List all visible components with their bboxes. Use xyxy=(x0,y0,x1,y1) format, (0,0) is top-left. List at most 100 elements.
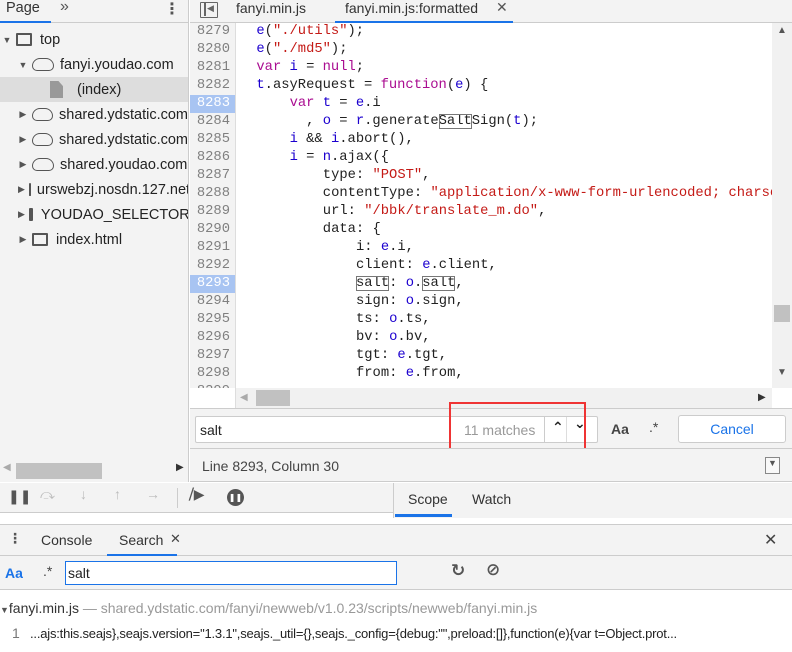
refresh-icon[interactable]: ↻ xyxy=(451,561,465,581)
line-number[interactable]: 8281 xyxy=(190,59,236,77)
tree-item[interactable]: (index) xyxy=(0,77,188,102)
regex-button[interactable]: .* xyxy=(43,563,52,579)
expanded-triangle-icon[interactable]: ▼ xyxy=(18,60,28,70)
line-number[interactable]: 8296 xyxy=(190,329,236,347)
clear-icon[interactable]: ⊘ xyxy=(486,560,500,580)
code-token: bv: xyxy=(356,330,390,345)
line-number[interactable]: 8288 xyxy=(190,185,236,203)
scroll-left-icon[interactable]: ◀ xyxy=(3,462,11,473)
kebab-icon[interactable]: ⋮ xyxy=(8,530,22,547)
step-icon[interactable]: → xyxy=(146,486,160,502)
collapsed-triangle-icon[interactable]: ▶ xyxy=(18,234,28,245)
line-number[interactable]: 8295 xyxy=(190,311,236,329)
search-result-file[interactable]: ▼fanyi.min.js — shared.ydstatic.com/fany… xyxy=(0,600,792,616)
code-token: , xyxy=(289,114,323,129)
scroll-thumb[interactable] xyxy=(16,463,102,479)
expand-triangle-icon[interactable]: ▼ xyxy=(0,605,9,615)
code-token: type: xyxy=(322,168,373,183)
scroll-right-icon[interactable]: ▶ xyxy=(758,392,766,403)
line-number[interactable]: 8285 xyxy=(190,131,236,149)
code-editor[interactable]: 8279 e("./utils"); 8280 e("./md5"); 8281 var … xyxy=(190,23,772,388)
match-case-button[interactable]: Aa xyxy=(5,565,23,581)
scroll-up-icon[interactable]: ▲ xyxy=(777,25,787,36)
scroll-left-icon[interactable]: ◀ xyxy=(240,392,248,403)
scroll-thumb[interactable] xyxy=(774,305,790,322)
close-search-tab-icon[interactable]: ✕ xyxy=(170,531,181,547)
line-number[interactable]: 8299 xyxy=(190,383,236,388)
scroll-down-icon[interactable]: ▼ xyxy=(777,367,787,378)
cancel-button[interactable]: Cancel xyxy=(678,415,786,443)
code-token: var xyxy=(289,96,315,111)
code-token: n xyxy=(322,150,331,165)
code-line: sign: o.sign, xyxy=(356,293,464,311)
editor-vscrollbar[interactable]: ▲ ▼ xyxy=(772,23,792,388)
tab-watch[interactable]: Watch xyxy=(472,491,511,507)
code-line: client: e.client, xyxy=(356,257,497,275)
tree-item[interactable]: ▶ shared.youdao.com xyxy=(0,152,188,177)
regex-button[interactable]: .* xyxy=(649,419,658,435)
collapsed-triangle-icon[interactable]: ▶ xyxy=(18,109,28,120)
code-line: e("./md5"); xyxy=(256,41,347,59)
line-number[interactable]: 8279 xyxy=(190,23,236,41)
double-chevron-icon[interactable]: » xyxy=(60,0,69,16)
code-line: type: "POST", xyxy=(323,167,431,185)
scroll-right-icon[interactable]: ▶ xyxy=(176,462,184,473)
line-number[interactable]: 8290 xyxy=(190,221,236,239)
toggle-navigator-icon[interactable]: ◀ xyxy=(200,2,218,18)
collapsed-triangle-icon[interactable]: ▶ xyxy=(18,134,28,145)
line-number[interactable]: 8298 xyxy=(190,365,236,383)
tree-item[interactable]: ▼ top xyxy=(0,27,188,52)
code-token: .i xyxy=(364,96,381,111)
match-case-button[interactable]: Aa xyxy=(611,421,629,437)
line-number[interactable]: 8293 xyxy=(190,275,236,293)
tab-search[interactable]: Search xyxy=(119,532,163,548)
tab-console[interactable]: Console xyxy=(41,532,92,548)
close-drawer-icon[interactable]: ✕ xyxy=(764,530,777,550)
pause-on-exceptions-icon[interactable]: ❚❚ xyxy=(227,489,244,506)
line-number[interactable]: 8291 xyxy=(190,239,236,257)
step-over-icon[interactable]: ⤼ xyxy=(40,486,55,503)
line-number[interactable]: 8292 xyxy=(190,257,236,275)
tree-item[interactable]: ▶ YOUDAO_SELECTOR_IFRAME xyxy=(0,202,188,227)
deactivate-breakpoints-icon[interactable]: ⧸▶ xyxy=(189,486,205,503)
tab-fanyi-min-js[interactable]: fanyi.min.js xyxy=(236,0,306,16)
drawer-search-bar: Aa .* salt ↻ ⊘ xyxy=(0,556,792,590)
line-number[interactable]: 8283 xyxy=(190,95,236,113)
step-out-icon[interactable]: ↑ xyxy=(114,486,121,502)
expanded-triangle-icon[interactable]: ▼ xyxy=(2,35,12,45)
tab-page[interactable]: Page xyxy=(6,0,40,16)
file-icon xyxy=(50,81,63,98)
search-input[interactable]: salt xyxy=(65,561,397,585)
tab-scope[interactable]: Scope xyxy=(408,491,448,507)
kebab-icon[interactable]: ⋮ xyxy=(164,0,180,19)
collapsed-triangle-icon[interactable]: ▶ xyxy=(18,209,25,220)
tree-item[interactable]: ▶ index.html xyxy=(0,227,188,252)
line-number[interactable]: 8294 xyxy=(190,293,236,311)
line-number[interactable]: 8284 xyxy=(190,113,236,131)
line-number[interactable]: 8287 xyxy=(190,167,236,185)
line-number[interactable]: 8289 xyxy=(190,203,236,221)
line-number[interactable]: 8282 xyxy=(190,77,236,95)
code-token: e xyxy=(422,258,431,273)
navigator-panel: Page » ⋮ ▼ top ▼ fanyi.youdao.com (index) ▶ sh… xyxy=(0,0,189,482)
search-result-match[interactable]: 1 ...ajs:this.seajs},seajs.version="1.3.… xyxy=(0,625,792,645)
step-into-icon[interactable]: ↓ xyxy=(80,486,87,502)
tree-item[interactable]: ▼ fanyi.youdao.com xyxy=(0,52,188,77)
tab-label: fanyi.min.js:formatted xyxy=(345,0,479,16)
drawer-tabbar: ⋮ Console Search ✕ ✕ xyxy=(0,524,792,556)
line-number[interactable]: 8286 xyxy=(190,149,236,167)
scroll-thumb[interactable] xyxy=(256,390,290,406)
line-number[interactable]: 8280 xyxy=(190,41,236,59)
tree-item[interactable]: ▶ shared.ydstatic.com xyxy=(0,127,188,152)
pause-icon[interactable]: ❚❚ xyxy=(8,488,31,505)
toggle-drawer-icon[interactable]: ▼ xyxy=(765,457,780,474)
line-number[interactable]: 8297 xyxy=(190,347,236,365)
navigator-hscrollbar[interactable]: ◀ ▶ xyxy=(0,460,188,480)
frame-icon xyxy=(16,33,32,46)
search-match: Salt xyxy=(438,114,472,129)
tree-item[interactable]: ▶ urswebzj.nosdn.127.net xyxy=(0,177,188,202)
collapsed-triangle-icon[interactable]: ▶ xyxy=(18,159,28,170)
tree-item[interactable]: ▶ shared.ydstatic.com xyxy=(0,102,188,127)
close-icon[interactable]: ✕ xyxy=(496,0,508,16)
collapsed-triangle-icon[interactable]: ▶ xyxy=(18,184,25,195)
